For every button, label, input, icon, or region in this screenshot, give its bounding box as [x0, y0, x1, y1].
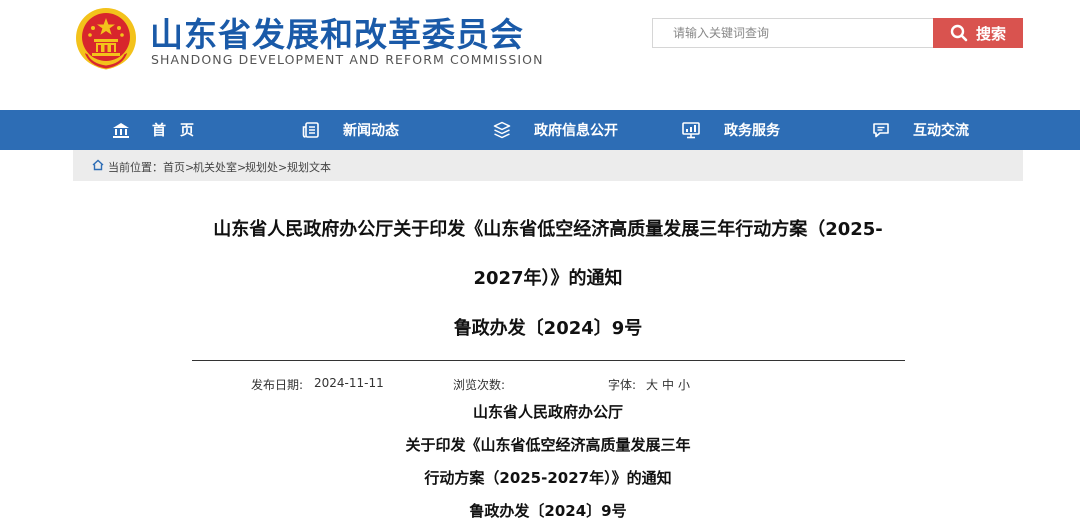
publish-date-label: 发布日期:	[251, 378, 304, 392]
publish-date-value: 2024-11-11	[314, 376, 384, 390]
nav-item-services[interactable]: 政务服务	[682, 110, 792, 150]
nav-label-news: 新闻动态	[343, 123, 399, 139]
monitor-icon	[682, 122, 700, 139]
nav-label-gov-info: 政府信息公开	[534, 123, 618, 139]
article-title-line2: 2027年）》的通知	[473, 268, 623, 289]
national-emblem-icon	[76, 8, 136, 70]
view-count-label: 浏览次数:	[453, 378, 506, 392]
body-title-line1: 关于印发《山东省低空经济高质量发展三年	[405, 436, 691, 454]
breadcrumb-current: 规划文本	[287, 161, 331, 174]
nav-label-services: 政务服务	[724, 123, 780, 139]
font-size-large[interactable]: 大	[646, 376, 658, 393]
site-header: 山东省发展和改革委员会 SHANDONG DEVELOPMENT AND REF…	[0, 0, 1080, 110]
font-size-small[interactable]: 小	[678, 376, 690, 393]
site-title: 山东省发展和改革委员会	[150, 15, 524, 54]
news-icon	[302, 122, 319, 138]
body-doc-number: 鲁政办发〔2024〕9号	[469, 502, 627, 520]
nav-item-interaction[interactable]: 互动交流	[872, 110, 982, 150]
body-issuer: 山东省人民政府办公厅	[472, 403, 623, 421]
home-icon	[113, 123, 129, 138]
nav-item-gov-info[interactable]: 政府信息公开	[493, 110, 633, 150]
breadcrumb-link-home[interactable]: 首页>	[163, 159, 194, 175]
search-box	[652, 18, 934, 48]
breadcrumb-link-offices[interactable]: 机关处室>	[193, 159, 246, 175]
nav-label-interaction: 互动交流	[913, 123, 969, 139]
site-subtitle: SHANDONG DEVELOPMENT AND REFORM COMMISSI…	[151, 52, 544, 67]
search-button-label: 搜索	[975, 25, 1006, 43]
nav-item-home[interactable]: 首 页	[112, 110, 212, 150]
article-title-line1: 山东省人民政府办公厅关于印发《山东省低空经济高质量发展三年行动方案（2025-	[213, 219, 883, 240]
layers-icon	[493, 121, 511, 139]
search-input[interactable]	[653, 19, 933, 47]
body-title-line2: 行动方案（2025-2027年）》的通知	[424, 469, 672, 487]
article-doc-number: 鲁政办发〔2024〕9号	[453, 318, 643, 339]
chat-icon	[873, 123, 889, 138]
main-nav: 首 页 新闻动态 政府信息公开 政务服务 互动交流	[0, 110, 1080, 150]
breadcrumb-prefix: 当前位置：	[108, 161, 163, 174]
search-icon	[950, 24, 968, 42]
font-size-label: 字体:	[608, 378, 637, 392]
nav-item-news[interactable]: 新闻动态	[302, 110, 412, 150]
title-divider	[192, 360, 905, 361]
breadcrumb-home-icon	[92, 159, 104, 171]
breadcrumb-link-planning[interactable]: 规划处>	[245, 159, 287, 175]
nav-label-home: 首 页	[152, 123, 194, 139]
search-button[interactable]: 搜索	[933, 18, 1023, 48]
font-size-medium[interactable]: 中	[662, 376, 674, 393]
